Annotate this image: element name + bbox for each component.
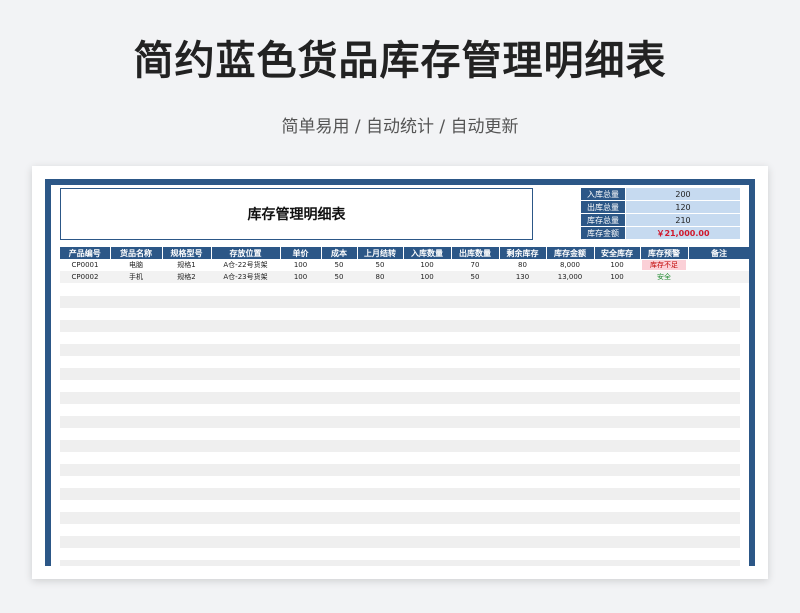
table-cell: 100 <box>403 271 451 283</box>
table-cell: 13,000 <box>546 271 594 283</box>
column-header: 成本 <box>321 247 358 259</box>
table-cell: 手机 <box>110 271 162 283</box>
table-cell <box>688 259 749 271</box>
table-cell: 50 <box>321 271 357 283</box>
table-cell: CP0002 <box>60 271 110 283</box>
column-header: 入库数量 <box>403 247 452 259</box>
table-row: CP0002 手机 规格2 A仓-23号货架 100 50 80 100 50 … <box>60 271 749 283</box>
summary-row-out: 出库总量 120 <box>581 201 740 213</box>
table-cell: 80 <box>357 271 403 283</box>
summary-row-in: 入库总量 200 <box>581 188 740 200</box>
column-header: 存放位置 <box>211 247 281 259</box>
table-cell: 8,000 <box>546 259 594 271</box>
column-header: 库存预警 <box>640 247 689 259</box>
stock-safe-cell: 安全 <box>640 271 688 283</box>
table-cell: 电脑 <box>110 259 162 271</box>
summary-label: 库存总量 <box>581 214 625 226</box>
summary-row-amount: 库存金额 ￥21,000.00 <box>581 227 740 239</box>
table-cell: 50 <box>321 259 357 271</box>
column-header: 产品编号 <box>60 247 111 259</box>
page-title: 简约蓝色货品库存管理明细表 <box>133 38 667 84</box>
summary-value: 200 <box>626 188 740 200</box>
table-cell: 70 <box>451 259 499 271</box>
sheet-inner: 库存管理明细表 入库总量 200 出库总量 120 库存总量 210 库存金额 … <box>51 185 749 566</box>
column-header: 备注 <box>688 247 749 259</box>
column-header: 规格型号 <box>162 247 212 259</box>
table-cell: 80 <box>499 259 546 271</box>
column-header: 出库数量 <box>451 247 500 259</box>
summary-label: 入库总量 <box>581 188 625 200</box>
table-cell: 100 <box>280 271 321 283</box>
stock-warning-cell: 库存不足 <box>640 259 688 271</box>
sheet-title: 库存管理明细表 <box>60 188 533 240</box>
table-row: CP0001 电脑 规格1 A仓-22号货架 100 50 50 100 70 … <box>60 259 749 271</box>
table-cell: 100 <box>403 259 451 271</box>
spreadsheet-preview: 库存管理明细表 入库总量 200 出库总量 120 库存总量 210 库存金额 … <box>32 166 768 579</box>
column-header: 上月结转 <box>357 247 404 259</box>
column-header: 货品名称 <box>110 247 163 259</box>
column-header: 剩余库存 <box>499 247 547 259</box>
table-cell: 50 <box>451 271 499 283</box>
table-cell: 130 <box>499 271 546 283</box>
table-cell: 规格1 <box>162 259 211 271</box>
stock-warning-badge: 库存不足 <box>642 260 686 270</box>
summary-value: 120 <box>626 201 740 213</box>
table-cell: 100 <box>594 259 640 271</box>
table-cell: 100 <box>594 271 640 283</box>
column-header: 库存金额 <box>546 247 595 259</box>
summary-value-amount: ￥21,000.00 <box>626 227 740 239</box>
table-cell: A仓-22号货架 <box>211 259 280 271</box>
page-subtitle: 简单易用 / 自动统计 / 自动更新 <box>281 117 519 137</box>
summary-label: 出库总量 <box>581 201 625 213</box>
sheet-frame: 库存管理明细表 入库总量 200 出库总量 120 库存总量 210 库存金额 … <box>45 179 755 566</box>
summary-label: 库存金额 <box>581 227 625 239</box>
table-cell: 规格2 <box>162 271 211 283</box>
summary-panel: 入库总量 200 出库总量 120 库存总量 210 库存金额 ￥21,000.… <box>581 188 740 240</box>
empty-rows <box>60 296 740 566</box>
column-header: 单价 <box>280 247 322 259</box>
column-header: 安全库存 <box>594 247 641 259</box>
table-cell: A仓-23号货架 <box>211 271 280 283</box>
table-cell: 100 <box>280 259 321 271</box>
summary-value: 210 <box>626 214 740 226</box>
table-header-row: 产品编号 货品名称 规格型号 存放位置 单价 成本 上月结转 入库数量 出库数量… <box>60 247 749 259</box>
table-cell <box>688 271 749 283</box>
summary-row-stock: 库存总量 210 <box>581 214 740 226</box>
inventory-table: 产品编号 货品名称 规格型号 存放位置 单价 成本 上月结转 入库数量 出库数量… <box>60 247 749 283</box>
table-cell: CP0001 <box>60 259 110 271</box>
table-cell: 50 <box>357 259 403 271</box>
